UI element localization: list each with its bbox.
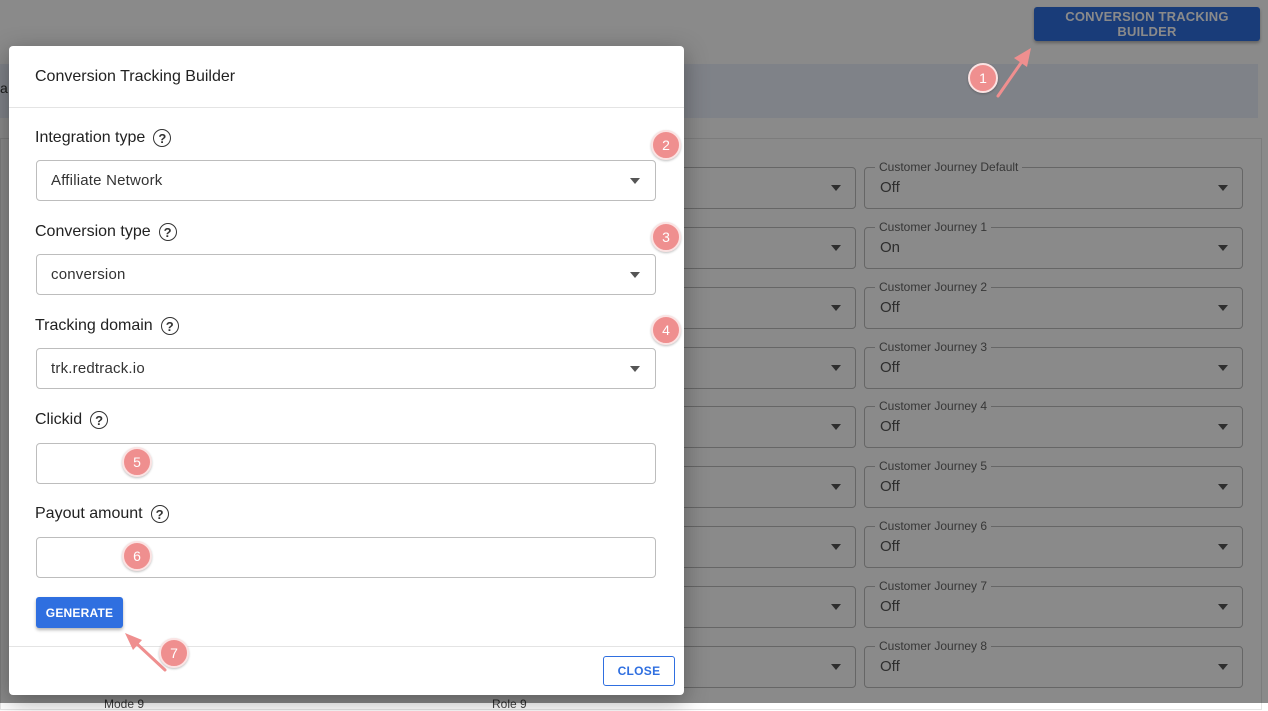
step-badge-4: 4 xyxy=(651,315,681,345)
payout-amount-label-text: Payout amount xyxy=(35,505,143,522)
chevron-down-icon xyxy=(630,272,640,278)
help-icon[interactable]: ? xyxy=(150,505,169,523)
clickid-label: Clickid ? xyxy=(35,411,109,429)
chevron-down-icon xyxy=(630,178,640,184)
clickid-label-text: Clickid xyxy=(35,411,83,428)
conversion-tracking-modal: Conversion Tracking Builder Integration … xyxy=(9,46,684,695)
step-badge-5: 5 xyxy=(122,447,152,477)
conversion-type-value: conversion xyxy=(51,266,126,283)
conversion-type-label-text: Conversion type xyxy=(35,223,151,240)
step-badge-7: 7 xyxy=(159,638,189,668)
tracking-domain-value: trk.redtrack.io xyxy=(51,360,145,377)
integration-type-value: Affiliate Network xyxy=(51,172,163,189)
help-icon[interactable]: ? xyxy=(158,223,177,241)
step-badge-1: 1 xyxy=(968,63,998,93)
modal-footer-divider xyxy=(9,646,684,647)
modal-header-divider xyxy=(9,107,684,108)
step-badge-2: 2 xyxy=(651,130,681,160)
integration-type-select[interactable]: Affiliate Network xyxy=(36,160,656,201)
integration-type-label-text: Integration type xyxy=(35,129,146,146)
help-icon[interactable]: ? xyxy=(90,411,109,429)
close-button[interactable]: CLOSE xyxy=(603,656,675,686)
integration-type-label: Integration type ? xyxy=(35,129,172,147)
step-badge-6: 6 xyxy=(122,541,152,571)
tracking-domain-label: Tracking domain ? xyxy=(35,317,179,335)
generate-button[interactable]: GENERATE xyxy=(36,597,123,628)
step-badge-3: 3 xyxy=(651,222,681,252)
conversion-type-select[interactable]: conversion xyxy=(36,254,656,295)
help-icon[interactable]: ? xyxy=(160,317,179,335)
tracking-domain-label-text: Tracking domain xyxy=(35,317,153,334)
chevron-down-icon xyxy=(630,366,640,372)
tracking-domain-select[interactable]: trk.redtrack.io xyxy=(36,348,656,389)
help-icon[interactable]: ? xyxy=(153,129,172,147)
modal-title: Conversion Tracking Builder xyxy=(35,68,236,85)
conversion-type-label: Conversion type ? xyxy=(35,223,177,241)
payout-amount-label: Payout amount ? xyxy=(35,505,169,523)
